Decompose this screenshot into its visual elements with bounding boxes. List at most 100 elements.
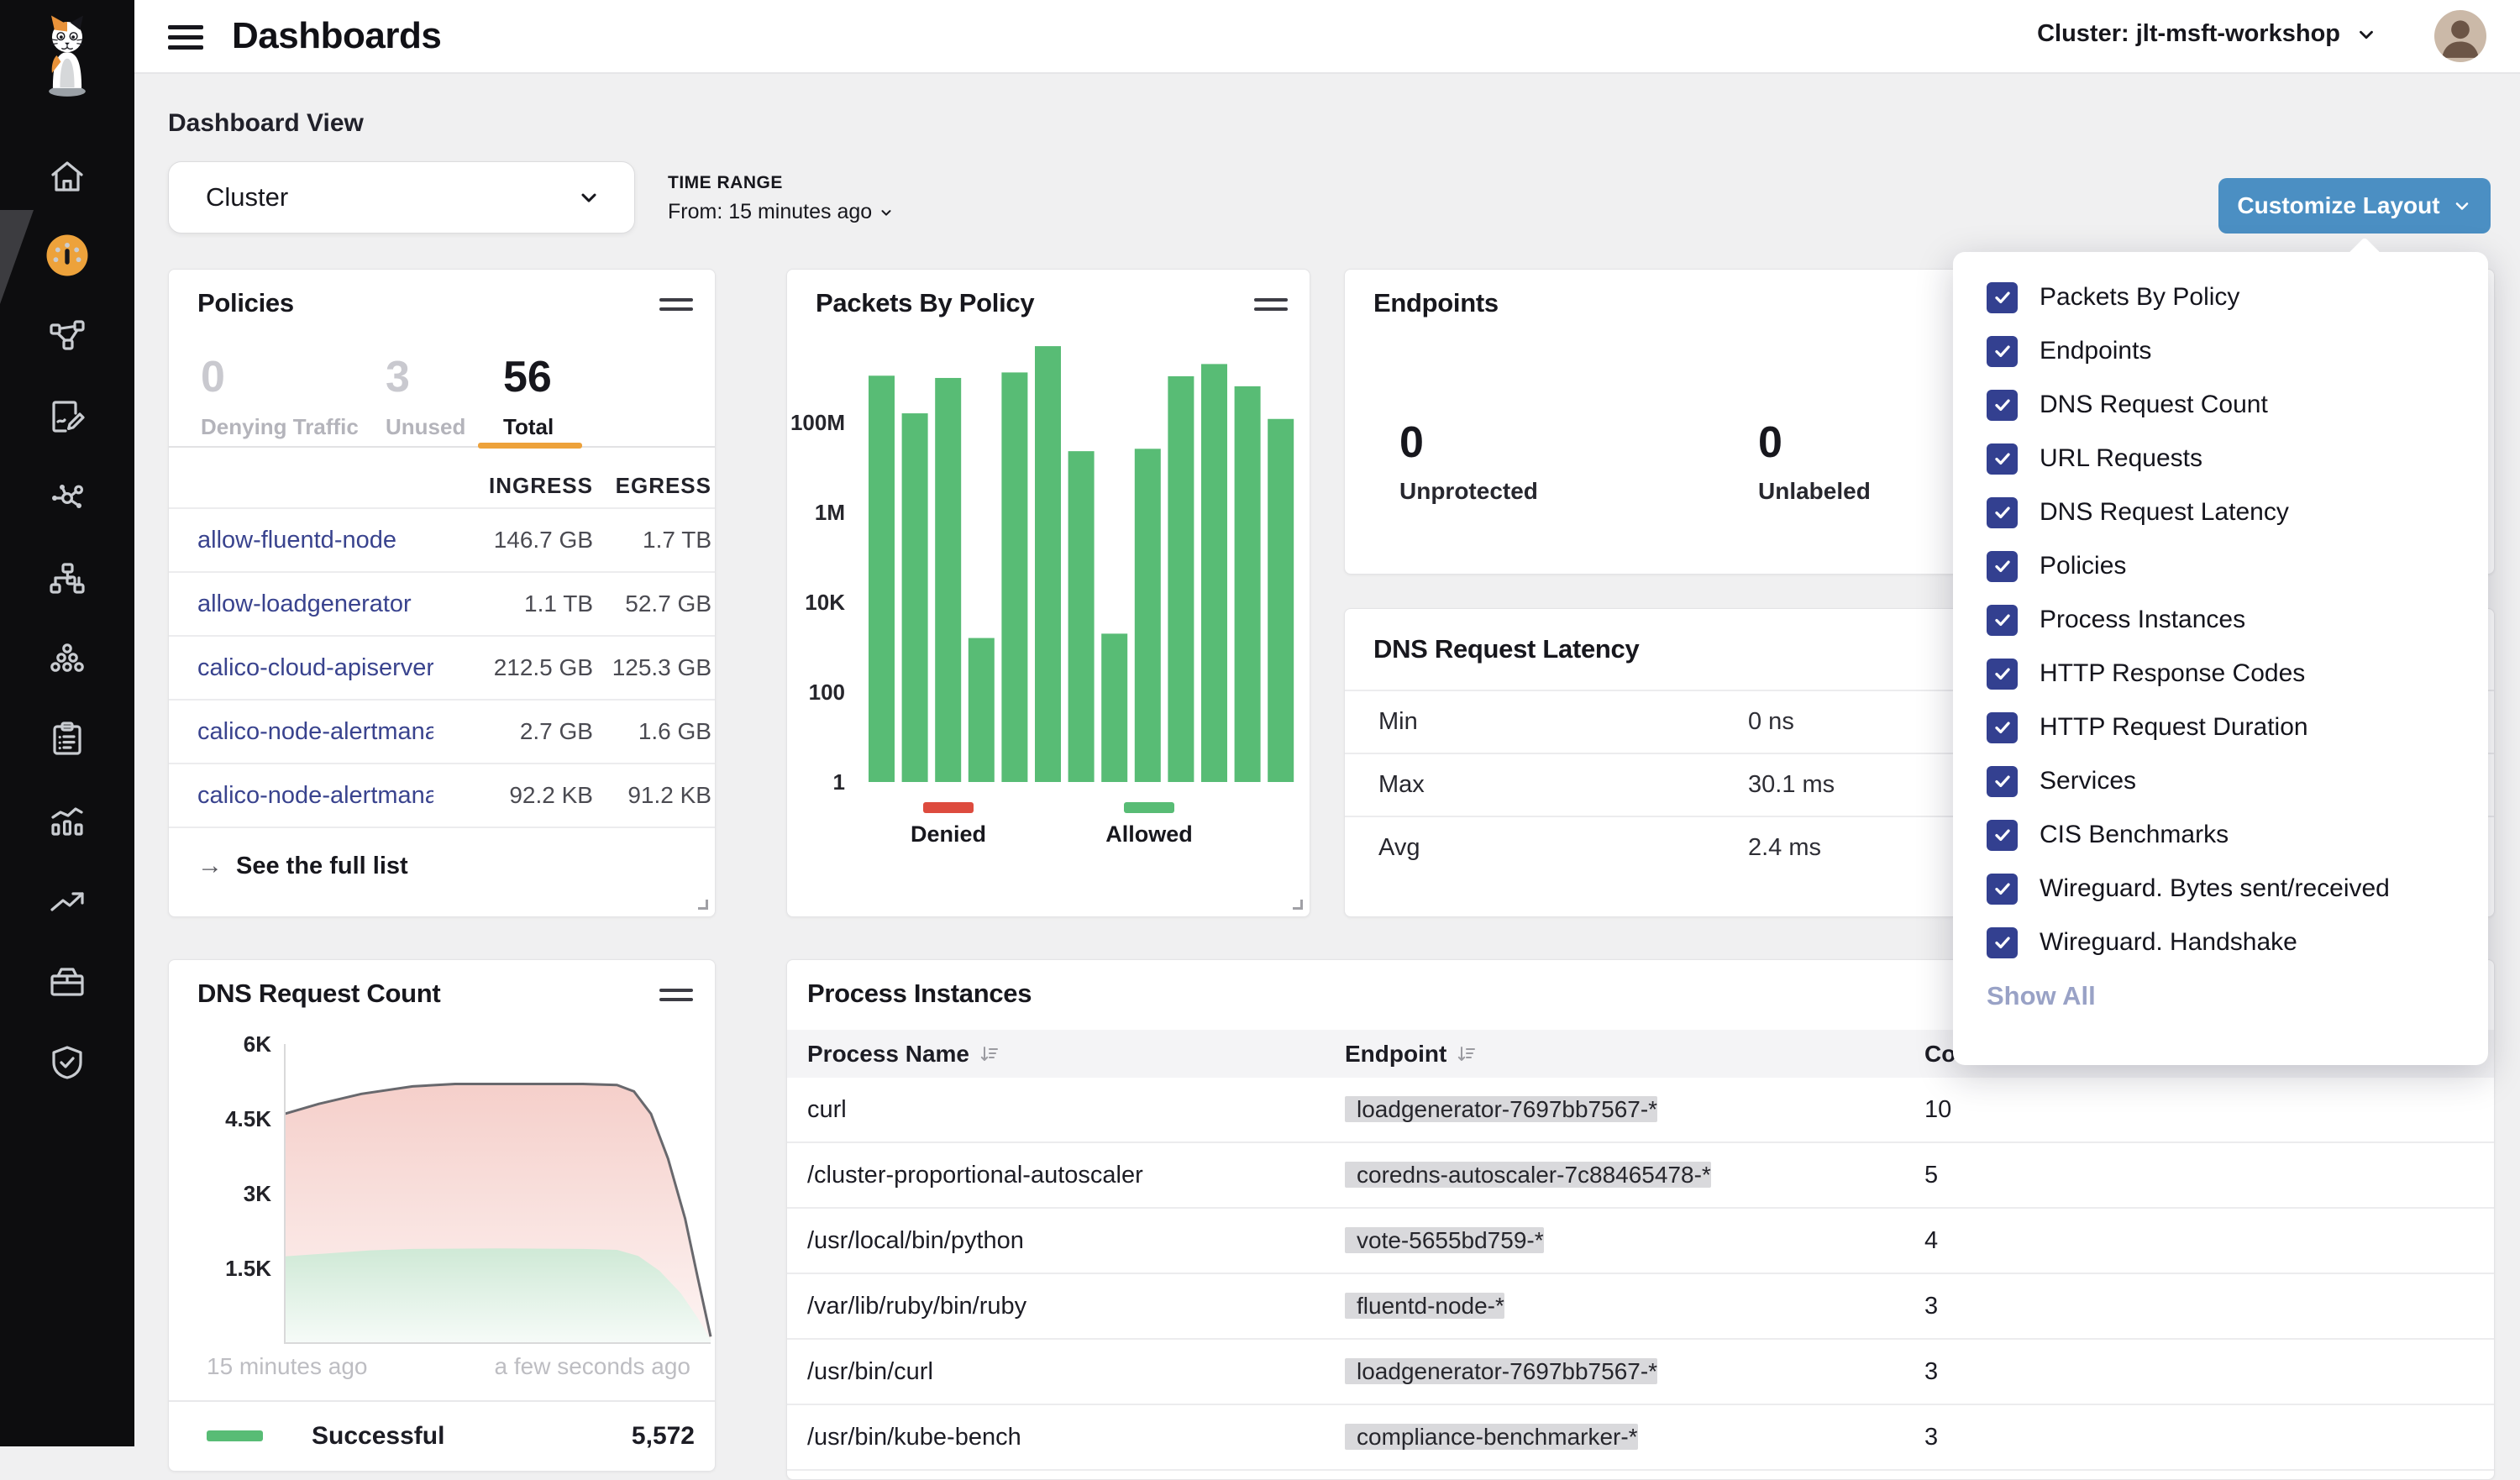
dropdown-checkbox-item[interactable]: DNS Request Latency [1953,485,2488,539]
policy-link[interactable]: allow-fluentd-node [197,527,433,554]
sidebar-item-network-sets[interactable] [0,538,134,619]
chevron-down-icon [2355,24,2377,45]
process-name: /var/lib/ruby/bin/ruby [807,1293,1345,1320]
customize-layout-dropdown: Packets By Policy Endpoints DNS Request … [1953,252,2488,1065]
resize-handle[interactable] [698,900,708,910]
dns-area-chart: 6K4.5K3K1.5K [169,960,717,1397]
sidebar-item-home[interactable] [0,136,134,217]
dropdown-checkbox-item[interactable]: Endpoints [1953,324,2488,378]
dropdown-checkbox-item[interactable]: Packets By Policy [1953,270,2488,324]
denied-swatch [923,802,974,813]
sidebar-item-policies[interactable] [0,376,134,457]
sidebar-item-security[interactable] [0,1022,134,1103]
sort-icon [978,1043,1000,1065]
table-row: calico-cloud-apiserver-… 212.5 GB 125.3 … [169,635,715,699]
chevron-down-icon [2452,196,2472,216]
dropdown-checkbox-item[interactable]: HTTP Request Duration [1953,701,2488,754]
sidebar-item-trends[interactable] [0,862,134,942]
checkbox-checked-icon[interactable] [1987,497,2018,528]
checkbox-checked-icon[interactable] [1987,712,2018,743]
dropdown-items: Packets By Policy Endpoints DNS Request … [1953,270,2488,969]
dropdown-checkbox-item[interactable]: HTTP Response Codes [1953,647,2488,701]
svg-text:4.5K: 4.5K [225,1106,271,1131]
legend-item-denied[interactable]: Denied [894,802,1003,848]
process-table: curl loadgenerator-7697bb7567-* 10 /clus… [787,1078,2494,1471]
dropdown-checkbox-item[interactable]: CIS Benchmarks [1953,808,2488,862]
policy-link[interactable]: calico-node-alertmana… [197,782,433,810]
cluster-switcher[interactable]: Cluster: jlt-msft-workshop [2037,20,2377,48]
policy-stat: 0 Denying Traffic [201,352,359,440]
see-full-list-link[interactable]: → See the full list [197,852,408,880]
sidebar-item-compliance[interactable] [0,699,134,779]
sidebar-item-timeline[interactable] [0,779,134,860]
dropdown-checkbox-item[interactable]: Process Instances [1953,593,2488,647]
sidebar [0,0,134,1446]
process-name-column-header[interactable]: Process Name [807,1041,1345,1068]
dropdown-checkbox-item[interactable]: Wireguard. Bytes sent/received [1953,862,2488,916]
policies-table: allow-fluentd-node 146.7 GB 1.7 TB allow… [169,507,715,827]
avatar[interactable] [2434,10,2486,62]
show-all-link[interactable]: Show All [1987,981,2096,1011]
page-title: Dashboards [232,15,441,57]
checkbox-checked-icon[interactable] [1987,390,2018,421]
sidebar-item-workloads[interactable] [0,619,134,700]
sidebar-item-inventory[interactable] [0,942,134,1022]
policy-link[interactable]: calico-node-alertmana… [197,718,433,746]
table-row: /usr/local/bin/python vote-5655bd759-* 4 [787,1209,2494,1274]
time-range-value[interactable]: From: 15 minutes ago [668,200,894,224]
checkbox-checked-icon[interactable] [1987,766,2018,797]
count-value: 3 [1924,1358,2494,1386]
hamburger-menu-icon[interactable] [168,25,203,55]
checkbox-checked-icon[interactable] [1987,659,2018,690]
dashboard-view-select[interactable]: Cluster [168,161,635,234]
endpoint-chip: vote-5655bd759-* [1345,1227,1544,1253]
cluster-switcher-label: Cluster: jlt-msft-workshop [2037,20,2340,48]
ingress-value: 146.7 GB [433,527,593,554]
table-row: /usr/bin/curl loadgenerator-7697bb7567-*… [787,1340,2494,1405]
table-row: calico-node-alertmana… 2.7 GB 1.6 GB [169,699,715,763]
endpoint-chip: coredns-autoscaler-7c88465478-* [1345,1162,1711,1188]
successful-swatch [207,1430,263,1441]
policy-link[interactable]: allow-loadgenerator [197,590,433,618]
sidebar-item-dashboards[interactable] [0,215,134,296]
dropdown-checkbox-item[interactable]: Policies [1953,539,2488,593]
egress-value: 1.7 TB [593,527,711,554]
ingress-column-header: INGRESS [433,473,593,499]
network-topology-icon [47,316,87,356]
resize-handle[interactable] [1293,900,1303,910]
svg-text:3K: 3K [244,1181,271,1206]
dns-legend-row: Successful 5,572 [169,1412,715,1462]
checkbox-checked-icon[interactable] [1987,336,2018,367]
checkbox-checked-icon[interactable] [1987,820,2018,851]
x-axis-label-end: a few seconds ago [495,1353,691,1380]
checkbox-checked-icon[interactable] [1987,605,2018,636]
checkbox-checked-icon[interactable] [1987,874,2018,905]
compliance-clipboard-icon [47,719,87,759]
card-title: DNS Request Latency [1373,634,1639,664]
sidebar-item-network-topology[interactable] [0,296,134,376]
customize-layout-button[interactable]: Customize Layout [2218,178,2491,234]
ingress-value: 92.2 KB [433,782,593,809]
card-title: Policies [197,288,294,318]
legend-item-allowed[interactable]: Allowed [1086,802,1212,848]
policies-footer: → See the full list [169,827,715,918]
dropdown-checkbox-item[interactable]: DNS Request Count [1953,378,2488,432]
dropdown-checkbox-item[interactable]: Wireguard. Handshake [1953,916,2488,969]
timeline-chart-icon [47,800,87,840]
drag-handle-icon[interactable] [659,298,693,317]
policy-link[interactable]: calico-cloud-apiserver-… [197,654,433,682]
checkbox-checked-icon[interactable] [1987,282,2018,313]
shield-check-icon [47,1042,87,1083]
sidebar-item-service-graph[interactable] [0,458,134,538]
checkbox-checked-icon[interactable] [1987,443,2018,475]
dropdown-checkbox-item[interactable]: URL Requests [1953,432,2488,485]
ingress-value: 212.5 GB [433,654,593,681]
endpoint-column-header[interactable]: Endpoint [1345,1041,1924,1068]
checkbox-checked-icon[interactable] [1987,927,2018,958]
ingress-value: 2.7 GB [433,718,593,745]
trend-arrow-icon [47,882,87,922]
checkbox-checked-icon[interactable] [1987,551,2018,582]
dashboard-view-label: Dashboard View [168,109,364,138]
dropdown-checkbox-item[interactable]: Services [1953,754,2488,808]
svg-text:100: 100 [809,680,845,705]
